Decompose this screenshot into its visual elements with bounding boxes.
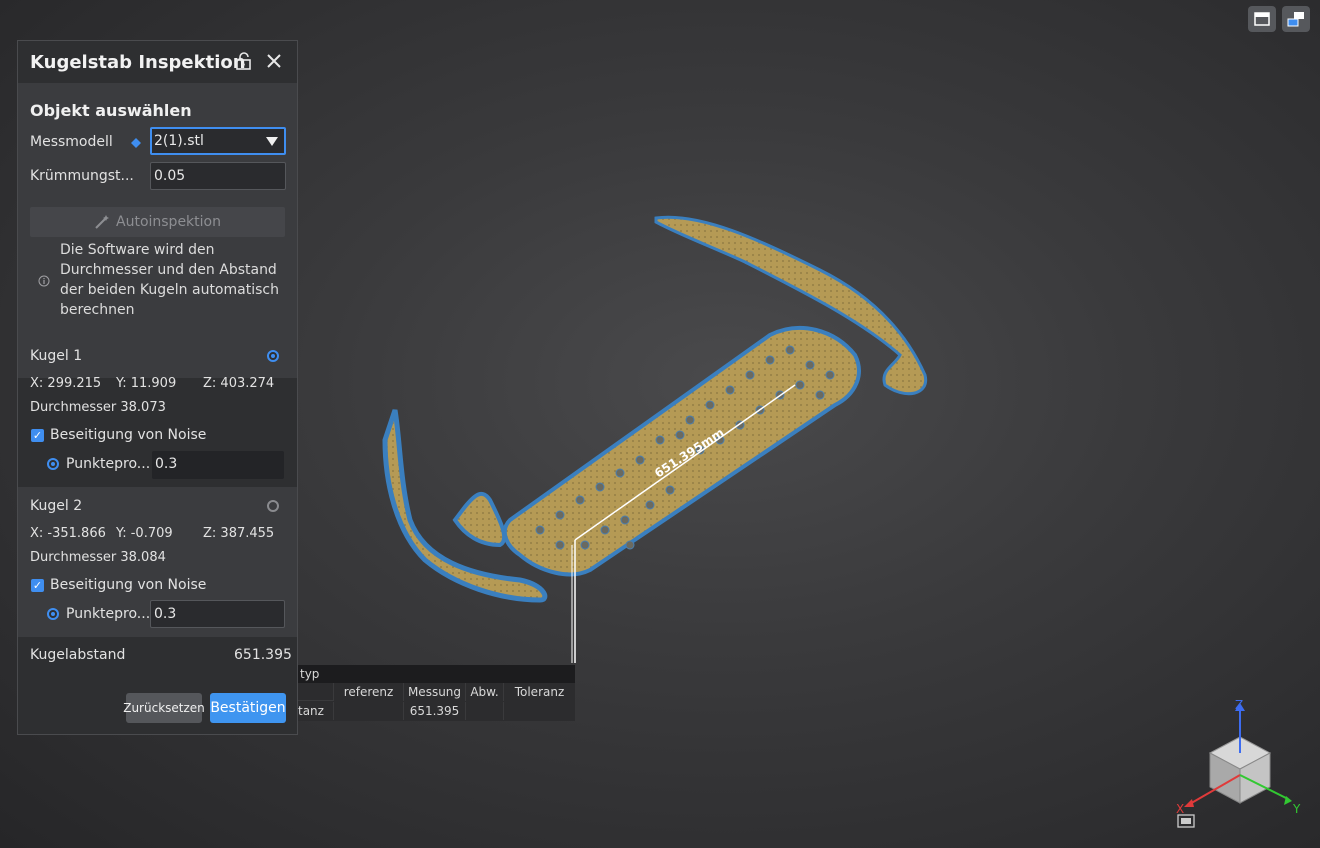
- messmodell-label: Messmodell: [30, 134, 113, 150]
- inspection-panel: Kugelstab Inspektion Objekt auswählen Me…: [17, 40, 298, 735]
- kugelabstand-label: Kugelabstand: [30, 647, 126, 663]
- swap-icon: [1287, 12, 1304, 27]
- table-header-toleranz: Toleranz: [514, 685, 565, 699]
- kugel2-section: Kugel 2 X: -351.866 Y: -0.709 Z: 387.455…: [18, 487, 297, 637]
- table-cell-toleranz: [504, 702, 575, 720]
- kugel1-punkt-label: Punktepro...: [66, 456, 151, 472]
- kugel2-punkt-radio[interactable]: [47, 608, 59, 620]
- kugel1-punkt-input[interactable]: 0.3: [152, 451, 284, 479]
- table-cell-abw: [466, 702, 504, 720]
- table-header-abw: Abw.: [466, 683, 504, 701]
- reset-button[interactable]: Zurücksetzen: [123, 693, 205, 723]
- table-group-header: typ: [298, 665, 575, 683]
- kugelabstand-value: 651.395: [234, 647, 292, 663]
- kugel2-radio[interactable]: [267, 500, 279, 512]
- section-title: Objekt auswählen: [30, 101, 192, 120]
- gizmo-z-label: Z: [1235, 698, 1243, 712]
- gizmo-y-label: Y: [1292, 802, 1301, 816]
- kugel1-z: Z: 403.274: [203, 376, 275, 391]
- autoinspektion-button[interactable]: Autoinspektion: [30, 207, 285, 237]
- kugel1-section: Kugel 1 X: 299.215 Y: 11.909 Z: 403.274 …: [18, 341, 297, 486]
- lock-icon[interactable]: [235, 52, 253, 74]
- diamond-icon: [131, 138, 141, 148]
- kugel1-noise-label: Beseitigung von Noise: [50, 427, 207, 443]
- close-icon[interactable]: [265, 52, 283, 74]
- kugel2-punkt-value: 0.3: [154, 606, 177, 622]
- table-body: referenz Messung Abw. Toleranz tanz 651.…: [298, 683, 575, 721]
- kugel2-z: Z: 387.455: [203, 526, 275, 541]
- kugel1-x: X: 299.215: [30, 376, 102, 391]
- table-header-referenz: referenz: [334, 683, 404, 701]
- orientation-gizmo[interactable]: Z X Y: [1170, 695, 1310, 835]
- panel-header: Kugelstab Inspektion: [18, 41, 297, 83]
- view-toggle-button[interactable]: [1248, 6, 1276, 32]
- kugel1-radio[interactable]: [267, 350, 279, 362]
- kruemmung-label: Krümmungst...: [30, 168, 134, 184]
- table-cell-referenz: [334, 702, 404, 720]
- kugel1-diameter: Durchmesser 38.073: [30, 400, 166, 415]
- kugel2-title: Kugel 2: [30, 498, 83, 514]
- messmodell-select[interactable]: 2(1).stl: [150, 127, 286, 155]
- kugel1-punkt-value: 0.3: [155, 456, 178, 472]
- kugel2-noise-checkbox[interactable]: ✓: [31, 579, 44, 592]
- kugel2-noise-label: Beseitigung von Noise: [50, 577, 207, 593]
- kugel1-title: Kugel 1: [30, 348, 83, 364]
- autoinspektion-label: Autoinspektion: [116, 214, 221, 230]
- kugel1-y: Y: 11.909: [116, 376, 177, 391]
- chevron-down-icon: [266, 137, 278, 146]
- messmodell-value: 2(1).stl: [154, 133, 204, 149]
- table-row-name: tanz: [298, 702, 334, 720]
- panel-title: Kugelstab Inspektion: [30, 51, 246, 73]
- compare-view-button[interactable]: [1282, 6, 1310, 32]
- kugel2-diameter: Durchmesser 38.084: [30, 550, 166, 565]
- table-header-messung: Messung: [404, 683, 466, 701]
- kruemmung-input[interactable]: 0.05: [150, 162, 286, 190]
- kugel2-punkt-input[interactable]: 0.3: [150, 600, 285, 628]
- magic-wand-icon: [95, 215, 109, 229]
- info-icon: [38, 275, 50, 287]
- kruemmung-value: 0.05: [154, 168, 186, 184]
- kugel2-y: Y: -0.709: [116, 526, 173, 541]
- gizmo-x-label: X: [1176, 802, 1184, 816]
- result-table: typ referenz Messung Abw. Toleranz tanz …: [298, 665, 575, 721]
- table-group-title: typ: [300, 667, 320, 681]
- kugel2-punkt-label: Punktepro...: [66, 606, 151, 622]
- confirm-button[interactable]: Bestätigen: [210, 693, 286, 723]
- kugel2-x: X: -351.866: [30, 526, 106, 541]
- kugel1-noise-checkbox[interactable]: ✓: [31, 429, 44, 442]
- object-selection-section: Objekt auswählen Messmodell 2(1).stl Krü…: [18, 83, 297, 378]
- info-text: Die Software wird den Durchmesser und de…: [60, 242, 279, 318]
- window-icon: [1254, 12, 1270, 26]
- kugel1-punkt-radio[interactable]: [47, 458, 59, 470]
- table-cell-messung: 651.395: [404, 702, 466, 720]
